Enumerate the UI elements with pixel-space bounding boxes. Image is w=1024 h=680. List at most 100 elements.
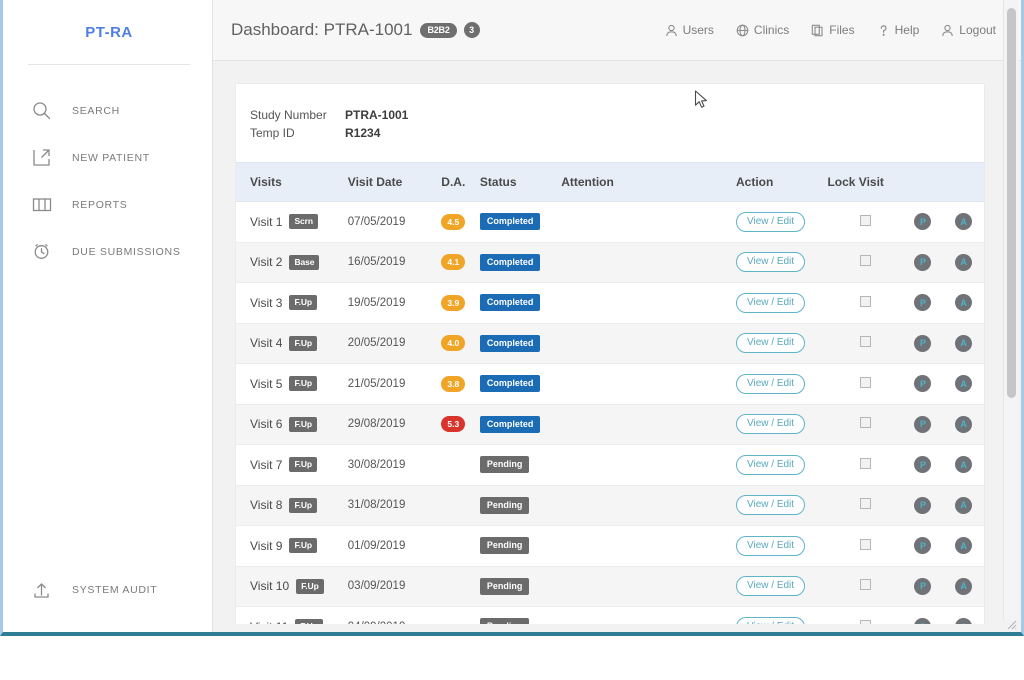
patient-badge[interactable]: P: [914, 375, 932, 393]
resize-grip[interactable]: [1004, 617, 1017, 630]
visits-table: Visits Visit Date D.A. Status Attention …: [236, 162, 984, 632]
patient-badge[interactable]: P: [914, 213, 932, 231]
assessment-badge[interactable]: A: [955, 294, 973, 312]
status-badge: Pending: [479, 456, 530, 474]
status-badge: Completed: [479, 294, 541, 312]
temp-id-row: Temp ID R1234: [250, 124, 984, 142]
assessment-badge[interactable]: A: [955, 537, 973, 555]
cell-visit: Visit 3 F.Up: [236, 282, 348, 324]
assessment-badge[interactable]: A: [955, 496, 973, 514]
table-body: Visit 1 Scrn 07/05/2019 4.5 Completed View / …: [236, 201, 984, 632]
status-badge: Completed: [479, 334, 541, 352]
visit-name: Visit 8: [250, 498, 283, 513]
table-row: Visit 10 F.Up 03/09/2019 Pending View / Edit…: [236, 566, 984, 607]
column-header-lock-visit[interactable]: Lock Visit: [827, 162, 903, 202]
cell-lock-visit: [827, 566, 903, 607]
lock-visit-checkbox[interactable]: [859, 457, 871, 469]
view-edit-button[interactable]: View / Edit: [735, 576, 806, 597]
column-header-action[interactable]: Action: [735, 162, 828, 202]
vertical-scrollbar-thumb[interactable]: [1007, 8, 1016, 398]
patient-badge[interactable]: P: [914, 496, 932, 514]
nav-item-logout[interactable]: Logout: [941, 23, 996, 37]
cell-a-badge: A: [943, 485, 984, 526]
column-header-status[interactable]: Status: [479, 162, 562, 202]
view-edit-button[interactable]: View / Edit: [735, 292, 806, 313]
assessment-badge[interactable]: A: [955, 415, 973, 433]
view-edit-button[interactable]: View / Edit: [735, 252, 806, 273]
view-edit-button[interactable]: View / Edit: [735, 454, 806, 475]
lock-visit-checkbox[interactable]: [859, 336, 871, 348]
patient-badge[interactable]: P: [914, 294, 932, 312]
sidebar-item-label: REPORTS: [72, 198, 128, 211]
column-header-attention[interactable]: Attention: [561, 162, 736, 202]
patient-badge[interactable]: P: [914, 334, 932, 352]
app-logo[interactable]: PT-RA: [6, 0, 212, 64]
view-edit-button[interactable]: View / Edit: [735, 535, 806, 556]
patient-badge[interactable]: P: [914, 456, 932, 474]
cell-attention: [561, 485, 736, 526]
lock-visit-checkbox[interactable]: [859, 255, 871, 267]
column-header-visit-date[interactable]: Visit Date: [347, 162, 442, 202]
cell-status: Pending: [479, 566, 562, 607]
assessment-badge[interactable]: A: [955, 253, 973, 271]
cell-status: Completed: [479, 282, 562, 324]
cell-da-score: 3.9: [441, 282, 480, 324]
cell-p-badge: P: [902, 323, 944, 364]
column-header-da[interactable]: D.A.: [441, 162, 480, 202]
lock-visit-checkbox[interactable]: [859, 376, 871, 388]
nav-item-clinics[interactable]: Clinics: [736, 23, 789, 37]
sidebar-item-new-patient[interactable]: NEW PATIENT: [6, 134, 212, 181]
view-edit-button[interactable]: View / Edit: [735, 373, 806, 394]
column-header-visits[interactable]: Visits: [236, 162, 348, 202]
vertical-scrollbar[interactable]: [1003, 0, 1018, 620]
view-edit-button[interactable]: View / Edit: [735, 495, 806, 516]
cell-a-badge: A: [943, 323, 984, 364]
cell-attention: [561, 242, 736, 283]
assessment-badge[interactable]: A: [955, 577, 973, 595]
cell-action: View / Edit: [735, 363, 828, 405]
da-score-badge: 4.0: [441, 335, 466, 352]
status-badge: Completed: [479, 415, 541, 433]
assessment-badge[interactable]: A: [955, 334, 973, 352]
visit-type-tag: F.Up: [289, 538, 318, 554]
cell-visit-date: 19/05/2019: [347, 282, 442, 324]
cell-da-score: [441, 444, 480, 486]
lock-visit-checkbox[interactable]: [859, 417, 871, 429]
sidebar-item-system-audit[interactable]: SYSTEM AUDIT: [6, 573, 157, 607]
globe-icon: [736, 24, 749, 37]
assessment-badge[interactable]: A: [955, 456, 973, 474]
lock-visit-checkbox[interactable]: [859, 295, 871, 307]
nav-item-label: Help: [894, 23, 920, 37]
patient-badge[interactable]: P: [914, 415, 932, 433]
view-edit-button[interactable]: View / Edit: [735, 414, 806, 435]
cell-lock-visit: [827, 201, 903, 243]
assessment-badge[interactable]: A: [955, 375, 973, 393]
sidebar-item-due-submissions[interactable]: DUE SUBMISSIONS: [6, 228, 212, 275]
view-edit-button[interactable]: View / Edit: [735, 333, 806, 354]
patient-badge[interactable]: P: [914, 253, 932, 271]
lock-visit-checkbox[interactable]: [859, 214, 871, 226]
assessment-badge[interactable]: A: [955, 213, 973, 231]
table-header-row: Visits Visit Date D.A. Status Attention …: [236, 162, 984, 202]
lock-visit-checkbox[interactable]: [859, 538, 871, 550]
visit-type-tag: F.Up: [296, 578, 324, 594]
lock-visit-checkbox[interactable]: [859, 579, 871, 591]
table-row: Visit 9 F.Up 01/09/2019 Pending View / Edit P…: [236, 525, 984, 567]
lock-visit-checkbox[interactable]: [859, 498, 871, 510]
nav-item-label: Clinics: [753, 23, 790, 37]
visit-name: Visit 5: [250, 376, 283, 391]
cell-action: View / Edit: [735, 566, 828, 607]
cell-a-badge: A: [943, 404, 984, 445]
sidebar-item-reports[interactable]: REPORTS: [6, 181, 212, 228]
cell-status: Pending: [479, 444, 562, 486]
visit-name: Visit 9: [250, 538, 283, 553]
sidebar-item-search[interactable]: SEARCH: [6, 87, 212, 134]
patient-badge[interactable]: P: [914, 577, 932, 595]
patient-badge[interactable]: P: [914, 537, 932, 555]
nav-item-help[interactable]: Help: [877, 23, 920, 37]
view-edit-button[interactable]: View / Edit: [735, 211, 806, 232]
nav-item-users[interactable]: Users: [665, 23, 714, 37]
nav-item-files[interactable]: Files: [811, 23, 855, 37]
cell-visit: Visit 2 Base: [236, 242, 348, 283]
cell-p-badge: P: [902, 363, 944, 405]
